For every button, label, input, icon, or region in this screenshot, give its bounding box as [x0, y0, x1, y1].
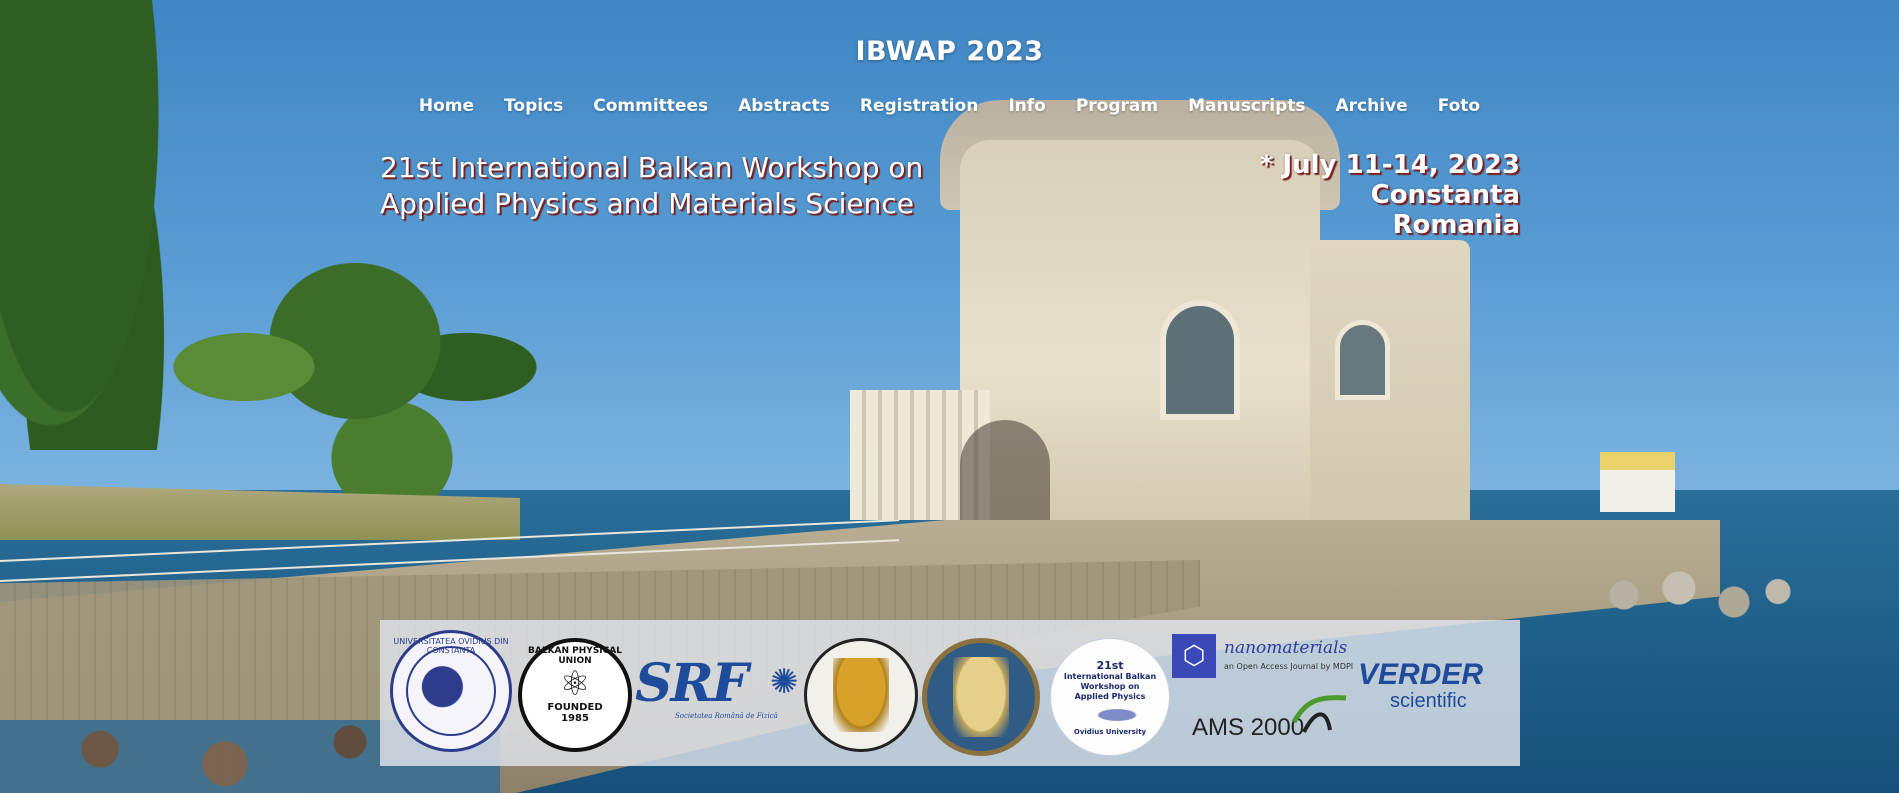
workshop-title: 21st International Balkan Workshop on Ap… — [380, 150, 980, 222]
nav-archive[interactable]: Archive — [1321, 96, 1423, 116]
nav-program[interactable]: Program — [1061, 96, 1173, 116]
nav-manuscripts[interactable]: Manuscripts — [1173, 96, 1320, 116]
academy-of-romanian-scientists-logo[interactable] — [804, 638, 918, 752]
event-city: Constanta — [1370, 180, 1520, 210]
ibwap-badge-logo[interactable]: 21st International Balkan Workshop on Ap… — [1050, 638, 1170, 756]
event-date-location: * July 11-14, 2023 Constanta Romania — [1200, 150, 1520, 240]
swoosh-icon — [1291, 695, 1347, 733]
nav-abstracts[interactable]: Abstracts — [723, 96, 845, 116]
main-nav: Home Topics Committees Abstracts Registr… — [0, 96, 1899, 116]
romanian-academy-logo[interactable] — [922, 638, 1040, 756]
nav-topics[interactable]: Topics — [489, 96, 578, 116]
nav-info[interactable]: Info — [993, 96, 1061, 116]
molecule-icon: ⬡ — [1172, 634, 1216, 678]
nanomaterials-logo[interactable]: ⬡ nanomaterials an Open Access Journal b… — [1172, 634, 1372, 680]
verder-scientific-logo[interactable]: VERDER scientific — [1358, 660, 1513, 720]
srf-logo[interactable]: SRF ✺ Societatea Română de Fizică — [635, 656, 805, 736]
nav-foto[interactable]: Foto — [1423, 96, 1495, 116]
workshop-title-line2: Applied Physics and Materials Science — [380, 187, 914, 220]
star-emblem-icon: ✺ — [770, 662, 799, 702]
site-title[interactable]: IBWAP 2023 — [0, 36, 1899, 67]
nav-registration[interactable]: Registration — [845, 96, 993, 116]
sponsor-logos-strip: UNIVERSITATEA OVIDIUS DIN CONSTANTA BALK… — [380, 620, 1520, 766]
trees-middle — [170, 250, 540, 510]
workshop-title-line1: 21st International Balkan Workshop on — [380, 151, 924, 184]
balkan-map-icon — [1075, 701, 1145, 728]
casino-building — [850, 80, 1470, 520]
nav-committees[interactable]: Committees — [578, 96, 723, 116]
ams-2000-logo[interactable]: AMS 2000 — [1192, 692, 1362, 752]
event-country: Romania — [1392, 210, 1521, 240]
balkan-physical-union-logo[interactable]: BALKAN PHYSICAL UNION ⚛ FOUNDED 1985 — [518, 638, 632, 752]
nav-home[interactable]: Home — [404, 96, 489, 116]
atom-icon: ⚛ — [559, 664, 591, 704]
breakwater-rocks — [1580, 560, 1800, 630]
ovidius-university-logo[interactable]: UNIVERSITATEA OVIDIUS DIN CONSTANTA — [390, 630, 512, 752]
site-header: IBWAP 2023 Home Topics Committees Abstra… — [0, 0, 1899, 130]
event-date: * July 11-14, 2023 — [1259, 150, 1520, 180]
